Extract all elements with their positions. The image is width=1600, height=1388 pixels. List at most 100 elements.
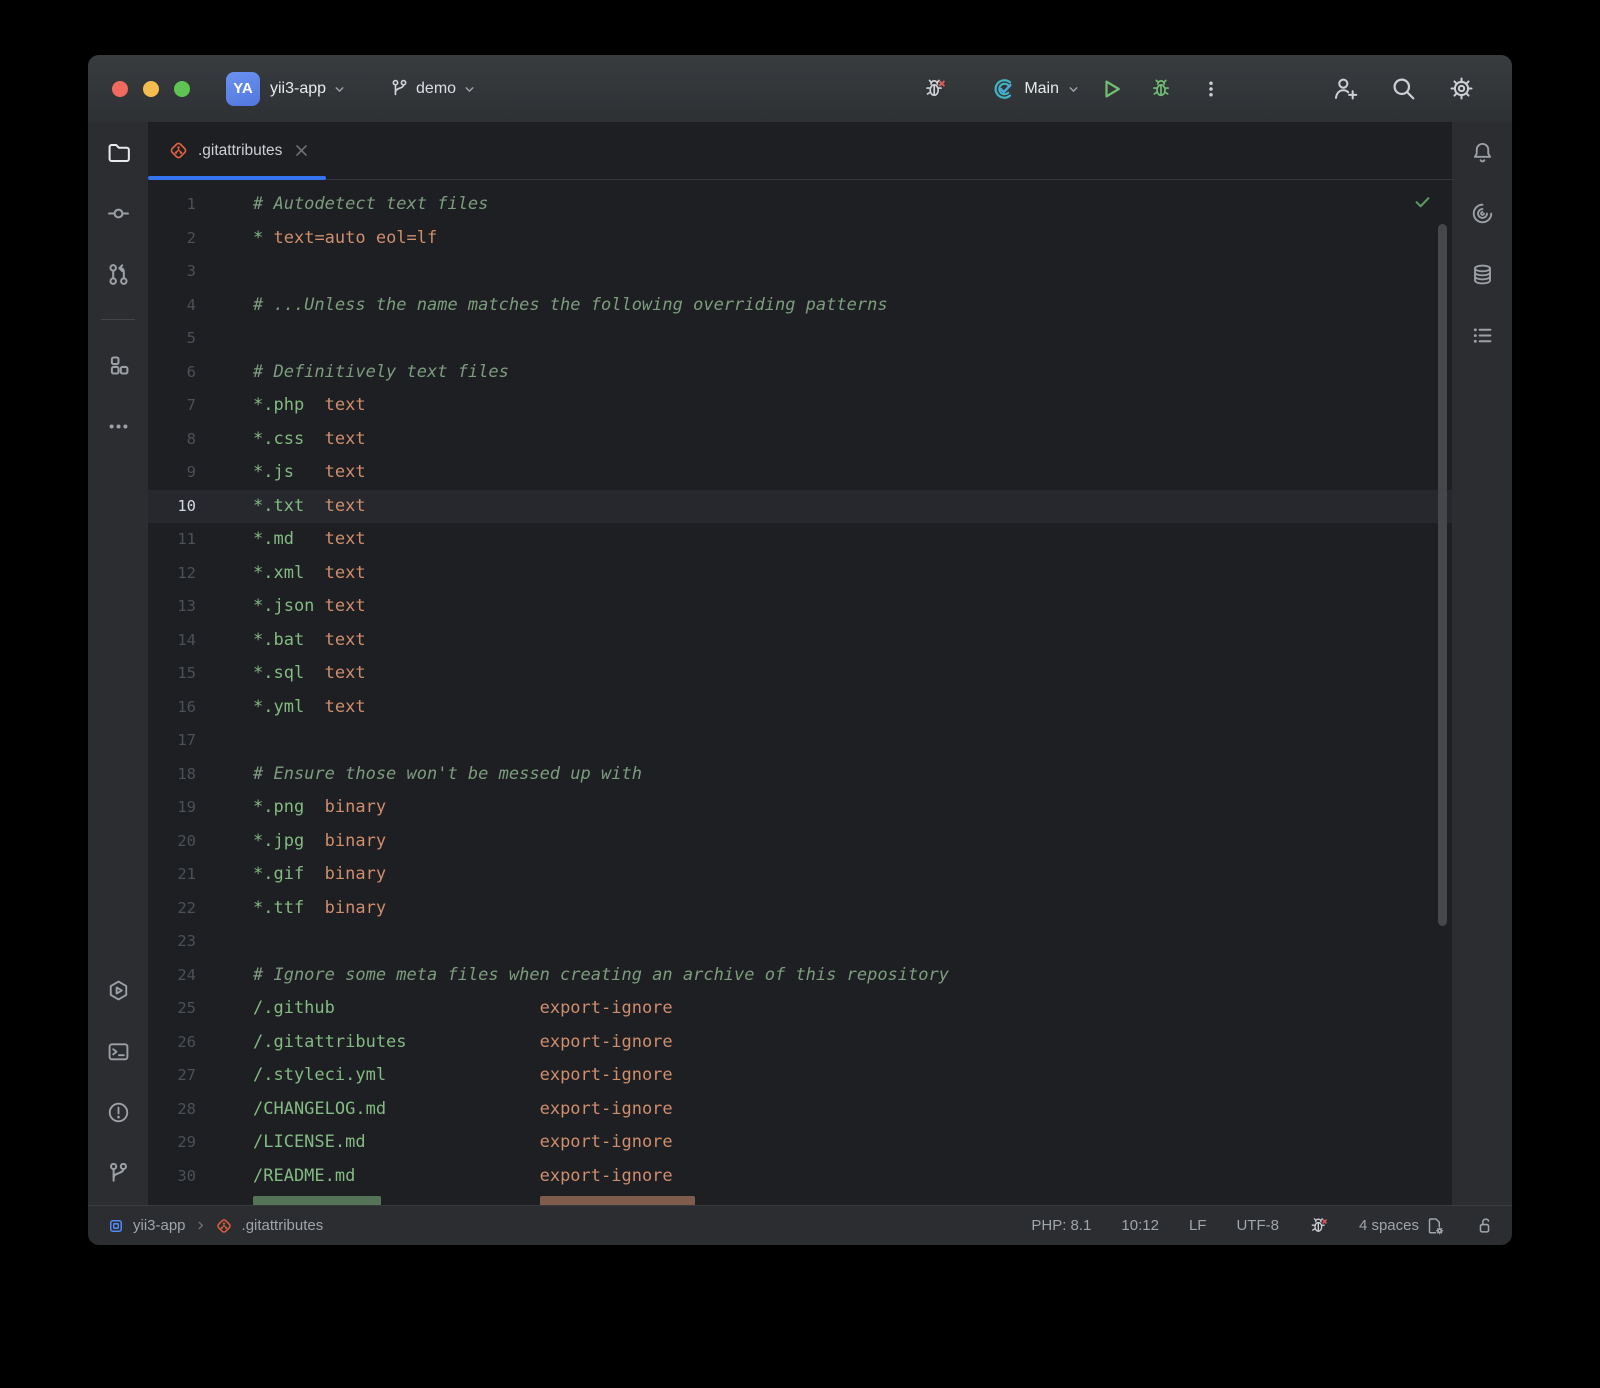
problems-tool-button[interactable] (100, 1094, 136, 1130)
code-line[interactable]: 10*.txt text (148, 490, 1452, 524)
code-line[interactable]: 13*.json text (148, 590, 1452, 624)
more-actions-button[interactable] (1196, 74, 1226, 104)
line-number[interactable]: 21 (148, 858, 196, 892)
tab-gitattributes[interactable]: .gitattributes (148, 122, 326, 179)
line-number[interactable]: 7 (148, 389, 196, 423)
settings-button[interactable] (1446, 74, 1476, 104)
line-number[interactable]: 16 (148, 691, 196, 725)
line-number[interactable]: 23 (148, 925, 196, 959)
inspections-ok-icon[interactable] (1413, 192, 1432, 211)
more-toolwindows-button[interactable] (100, 408, 136, 444)
line-number[interactable]: 9 (148, 456, 196, 490)
indent-widget[interactable]: 4 spaces (1359, 1216, 1445, 1236)
zoom-window-button[interactable] (174, 81, 190, 97)
line-number[interactable]: 1 (148, 188, 196, 222)
code-line[interactable]: 30/README.md export-ignore (148, 1160, 1452, 1194)
run-button[interactable] (1096, 74, 1126, 104)
code-line[interactable]: 16*.yml text (148, 691, 1452, 725)
line-number[interactable]: 6 (148, 356, 196, 390)
code-line[interactable]: 4# ...Unless the name matches the follow… (148, 289, 1452, 323)
commit-tool-button[interactable] (100, 195, 136, 231)
project-tool-button[interactable] (100, 134, 136, 170)
line-number[interactable]: 17 (148, 724, 196, 758)
line-number[interactable]: 14 (148, 624, 196, 658)
line-number[interactable]: 25 (148, 992, 196, 1026)
code-line[interactable]: 22*.ttf binary (148, 892, 1452, 926)
readonly-toggle-widget[interactable] (1475, 1216, 1494, 1235)
close-window-button[interactable] (112, 81, 128, 97)
code-line[interactable]: 7*.php text (148, 389, 1452, 423)
debugger-off-widget[interactable] (1309, 1216, 1329, 1236)
database-tool-button[interactable] (1464, 256, 1500, 292)
line-number[interactable]: 8 (148, 423, 196, 457)
debugger-disabled-button[interactable] (920, 74, 950, 104)
terminal-tool-button[interactable] (100, 1033, 136, 1069)
code-line[interactable]: 25/.github export-ignore (148, 992, 1452, 1026)
line-number[interactable]: 28 (148, 1093, 196, 1127)
line-number[interactable]: 20 (148, 825, 196, 859)
breadcrumb-file[interactable]: .gitattributes (242, 1217, 324, 1234)
code-line[interactable]: 9*.js text (148, 456, 1452, 490)
code-line[interactable]: 27/.styleci.yml export-ignore (148, 1059, 1452, 1093)
code-line[interactable]: 3 (148, 255, 1452, 289)
minimize-window-button[interactable] (143, 81, 159, 97)
php-version-widget[interactable]: PHP: 8.1 (1031, 1217, 1091, 1234)
line-number[interactable]: 3 (148, 255, 196, 289)
git-tool-button[interactable] (100, 1155, 136, 1191)
code-line[interactable]: 1# Autodetect text files (148, 188, 1452, 222)
search-everywhere-button[interactable] (1388, 74, 1418, 104)
code-line[interactable]: 26/.gitattributes export-ignore (148, 1026, 1452, 1060)
run-configuration-widget[interactable]: Main (992, 77, 1080, 101)
line-number[interactable]: 11 (148, 523, 196, 557)
code-line[interactable]: 15*.sql text (148, 657, 1452, 691)
vcs-widget[interactable]: demo (390, 79, 476, 98)
editor[interactable]: 1# Autodetect text files2* text=auto eol… (148, 180, 1452, 1205)
code-line[interactable]: 5 (148, 322, 1452, 356)
code-line[interactable]: 14*.bat text (148, 624, 1452, 658)
services-tool-button[interactable] (100, 972, 136, 1008)
code-line[interactable]: 18# Ensure those won't be messed up with (148, 758, 1452, 792)
line-number[interactable]: 5 (148, 322, 196, 356)
code-with-me-button[interactable] (1330, 74, 1360, 104)
ai-assistant-tool-button[interactable] (1464, 195, 1500, 231)
line-number[interactable]: 4 (148, 289, 196, 323)
code-line[interactable]: 6# Definitively text files (148, 356, 1452, 390)
code-line[interactable]: 17 (148, 724, 1452, 758)
editor-scrollbar[interactable] (1438, 224, 1447, 926)
code-line[interactable]: 11*.md text (148, 523, 1452, 557)
notifications-tool-button[interactable] (1464, 134, 1500, 170)
code-line[interactable]: 8*.css text (148, 423, 1452, 457)
structure-tool-button[interactable] (100, 347, 136, 383)
line-number[interactable]: 19 (148, 791, 196, 825)
line-number[interactable]: 29 (148, 1126, 196, 1160)
code-line[interactable]: 20*.jpg binary (148, 825, 1452, 859)
line-number[interactable]: 13 (148, 590, 196, 624)
code-line[interactable]: 28/CHANGELOG.md export-ignore (148, 1093, 1452, 1127)
line-number[interactable]: 27 (148, 1059, 196, 1093)
line-number[interactable]: 18 (148, 758, 196, 792)
line-number[interactable]: 15 (148, 657, 196, 691)
line-number[interactable]: 24 (148, 959, 196, 993)
debug-button[interactable] (1146, 74, 1176, 104)
line-number[interactable]: 30 (148, 1160, 196, 1194)
pull-requests-tool-button[interactable] (100, 256, 136, 292)
todo-tool-button[interactable] (1464, 317, 1500, 353)
line-number[interactable]: 26 (148, 1026, 196, 1060)
code-line[interactable]: 19*.png binary (148, 791, 1452, 825)
encoding-widget[interactable]: UTF-8 (1236, 1217, 1279, 1234)
code-line[interactable]: 23 (148, 925, 1452, 959)
line-number[interactable]: 12 (148, 557, 196, 591)
line-number[interactable]: 10 (148, 490, 196, 524)
line-number[interactable]: 22 (148, 892, 196, 926)
code-line[interactable]: 12*.xml text (148, 557, 1452, 591)
caret-position-widget[interactable]: 10:12 (1121, 1217, 1159, 1234)
code-line[interactable]: 21*.gif binary (148, 858, 1452, 892)
line-number[interactable]: 2 (148, 222, 196, 256)
line-separator-widget[interactable]: LF (1189, 1217, 1207, 1234)
breadcrumb-project[interactable]: yii3-app (133, 1217, 186, 1234)
project-widget[interactable]: yii3-app (270, 80, 346, 98)
close-tab-icon[interactable] (295, 144, 308, 157)
code-line[interactable]: 2* text=auto eol=lf (148, 222, 1452, 256)
code-line[interactable]: 29/LICENSE.md export-ignore (148, 1126, 1452, 1160)
code-line[interactable]: 24# Ignore some meta files when creating… (148, 959, 1452, 993)
